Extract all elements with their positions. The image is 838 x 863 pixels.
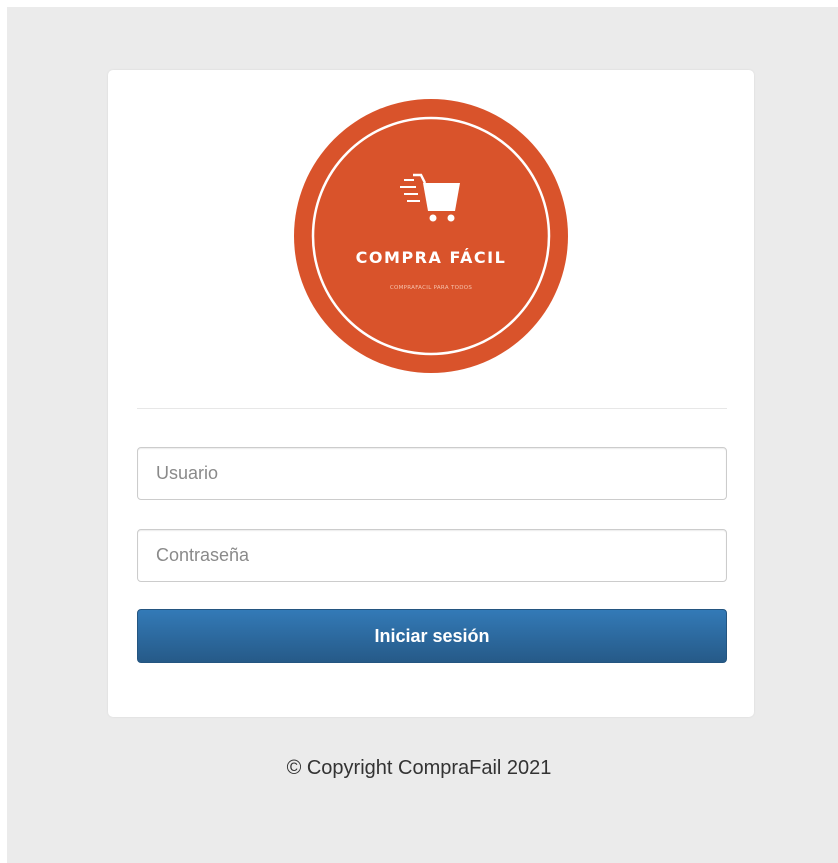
page-background: COMPRA FÁCIL COMPRAFACIL PARA TODOS Inic… xyxy=(7,7,838,863)
compra-facil-logo: COMPRA FÁCIL COMPRAFACIL PARA TODOS xyxy=(294,99,568,373)
copyright-footer: © Copyright CompraFail 2021 xyxy=(286,757,552,779)
divider xyxy=(137,408,727,409)
logo-circle xyxy=(294,99,568,373)
username-input[interactable] xyxy=(137,447,727,500)
password-input[interactable] xyxy=(137,529,727,582)
login-button[interactable]: Iniciar sesión xyxy=(137,609,727,663)
logo-tagline-text: COMPRAFACIL PARA TODOS xyxy=(390,285,473,291)
logo-brand-text: COMPRA FÁCIL xyxy=(356,248,507,267)
login-card: COMPRA FÁCIL COMPRAFACIL PARA TODOS Inic… xyxy=(108,70,754,717)
